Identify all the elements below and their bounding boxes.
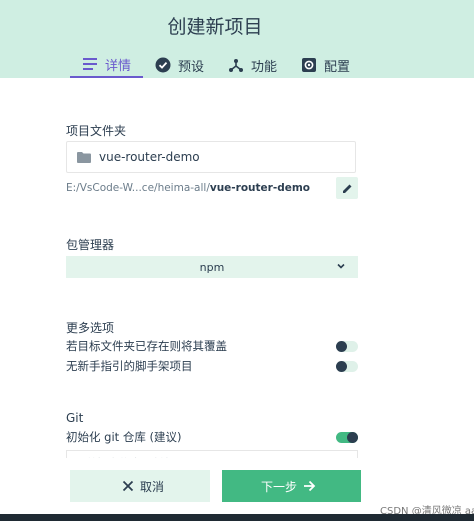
- project-folder-input[interactable]: vue-router-demo: [66, 141, 356, 173]
- git-init-label: 初始化 git 仓库 (建议): [66, 430, 182, 444]
- git-section-label: Git: [66, 411, 84, 425]
- pencil-icon: [342, 179, 353, 198]
- project-path-name: vue-router-demo: [209, 182, 310, 194]
- toggle-knob: [336, 340, 347, 352]
- git-init-row: 初始化 git 仓库 (建议): [66, 429, 358, 445]
- toggle-knob: [347, 431, 358, 443]
- option-overwrite-toggle[interactable]: [336, 340, 358, 352]
- edit-path-button[interactable]: [336, 177, 358, 199]
- option-skip-guide-label: 无新手指引的脚手架项目: [66, 359, 193, 373]
- close-icon: [122, 480, 134, 492]
- cancel-button-label: 取消: [139, 479, 164, 494]
- package-manager-select[interactable]: npm: [66, 256, 358, 278]
- header: 创建新项目 详情 预设 功能 配置: [0, 0, 474, 78]
- toggle-knob: [336, 360, 347, 372]
- option-overwrite-label: 若目标文件夹已存在则将其覆盖: [66, 339, 227, 353]
- list-icon: [82, 56, 98, 72]
- check-circle-icon: [155, 57, 171, 73]
- package-manager-label: 包管理器: [66, 238, 115, 252]
- tab-presets[interactable]: 预设: [143, 52, 216, 78]
- folder-icon: [77, 151, 91, 163]
- option-overwrite-row: 若目标文件夹已存在则将其覆盖: [66, 338, 358, 354]
- project-path: E:/VsCode-W...ce/heima-all/vue-router-de…: [66, 182, 310, 194]
- project-folder-value: vue-router-demo: [99, 150, 200, 164]
- page-title: 创建新项目: [167, 16, 263, 38]
- tab-config[interactable]: 配置: [289, 52, 362, 78]
- next-button[interactable]: 下一步: [222, 470, 361, 502]
- tab-features[interactable]: 功能: [216, 52, 289, 78]
- arrow-right-icon: [303, 480, 316, 492]
- option-skip-guide-row: 无新手指引的脚手架项目: [66, 358, 358, 374]
- project-path-prefix: E:/VsCode-W...ce/heima-all/: [66, 182, 210, 194]
- tab-config-label: 配置: [324, 59, 351, 75]
- fork-icon: [228, 57, 244, 73]
- tab-details-label: 详情: [105, 58, 132, 74]
- option-skip-guide-toggle[interactable]: [336, 360, 358, 372]
- chevron-down-icon: [336, 261, 346, 274]
- folder-section-label: 项目文件夹: [66, 124, 127, 138]
- bottom-bar: [0, 514, 474, 521]
- step-tabs: 详情 预设 功能 配置: [70, 52, 362, 78]
- cancel-button[interactable]: 取消: [70, 470, 210, 502]
- more-options-label: 更多选项: [66, 321, 115, 335]
- git-init-toggle[interactable]: [336, 431, 358, 443]
- package-manager-value: npm: [199, 260, 225, 274]
- tab-presets-label: 预设: [178, 59, 205, 75]
- tab-details[interactable]: 详情: [70, 52, 144, 78]
- gear-icon: [301, 57, 317, 73]
- tab-features-label: 功能: [251, 59, 278, 75]
- next-button-label: 下一步: [260, 479, 297, 494]
